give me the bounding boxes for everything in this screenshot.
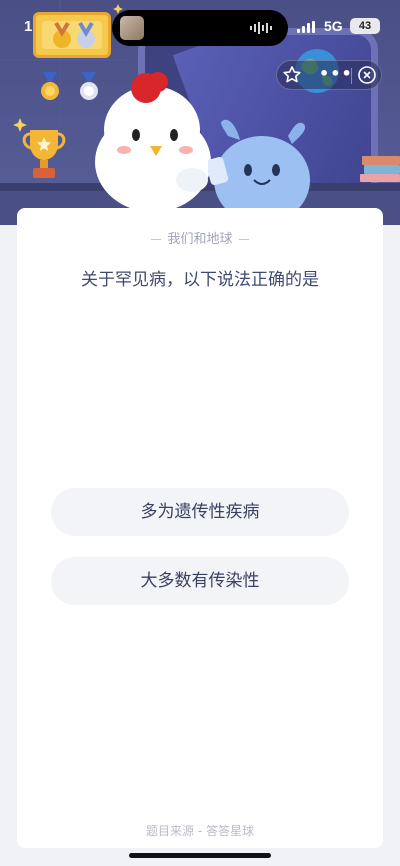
cellular-signal-icon xyxy=(297,21,315,33)
now-playing-artwork xyxy=(120,16,144,40)
more-options-button[interactable]: ••• xyxy=(319,65,352,85)
question-text: 关于罕见病，以下说法正确的是 xyxy=(81,270,319,290)
close-icon[interactable] xyxy=(357,65,377,85)
category-label: 我们和地球 xyxy=(167,232,233,247)
status-bar: 1 5G 43 xyxy=(0,0,400,52)
question-category: 我们和地球 xyxy=(17,228,383,247)
gold-medal-icon xyxy=(41,72,59,100)
star-icon[interactable] xyxy=(281,64,303,86)
home-indicator[interactable] xyxy=(129,853,271,858)
miniprogram-capsule: ••• xyxy=(276,60,382,90)
answer-option-2[interactable]: 大多数有传染性 xyxy=(51,557,349,605)
question-source: 题目来源 - 答答星球 xyxy=(146,824,254,838)
books-icon xyxy=(360,156,400,182)
blue-creature-mascot xyxy=(208,119,310,218)
chicken-mascot xyxy=(95,72,211,210)
question-card: 我们和地球 关于罕见病，以下说法正确的是 多为遗传性疾病 大多数有传染性 题目来… xyxy=(17,208,383,848)
dynamic-island[interactable] xyxy=(112,10,288,46)
status-time: 1 xyxy=(24,18,33,35)
trophy-icon xyxy=(22,130,66,178)
network-type: 5G xyxy=(324,18,343,34)
audio-waveform-icon xyxy=(250,22,272,34)
battery-indicator: 43 xyxy=(350,18,380,34)
answer-option-1[interactable]: 多为遗传性疾病 xyxy=(51,488,349,536)
